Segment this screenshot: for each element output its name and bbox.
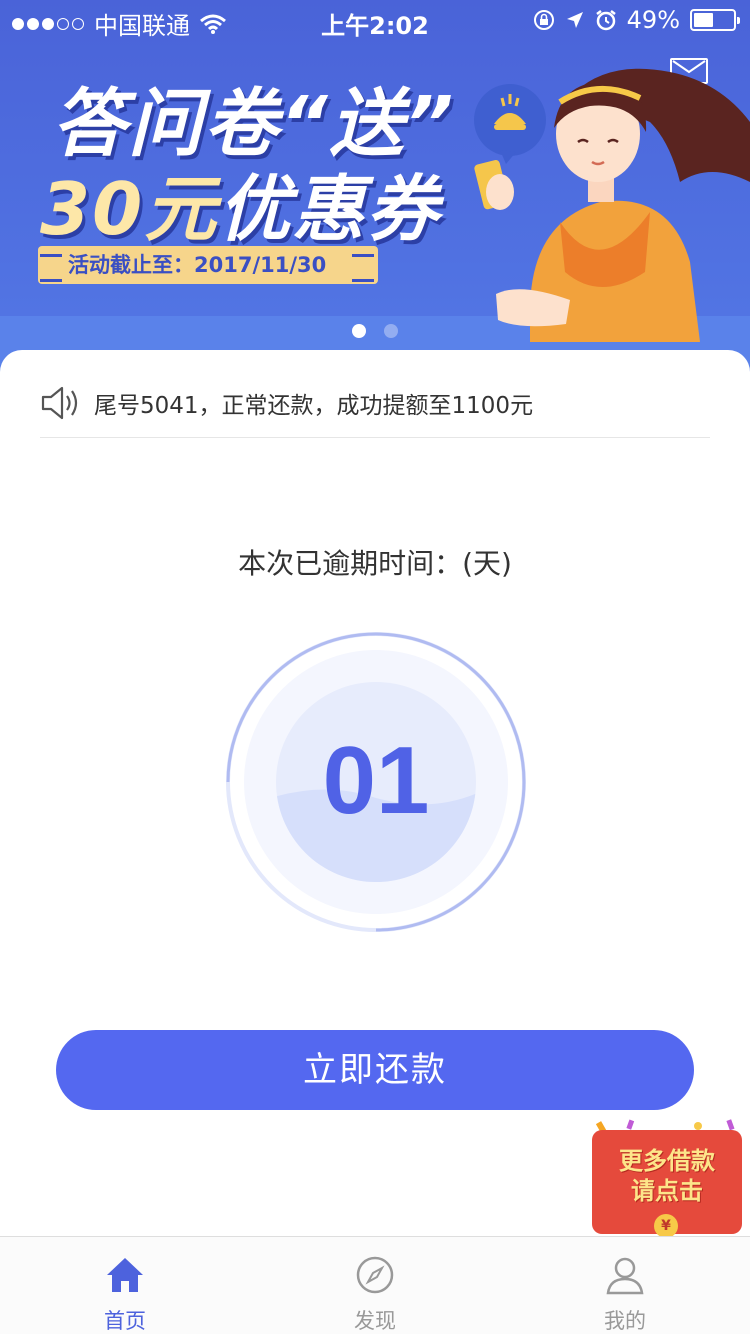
tab-mine[interactable]: 我的 bbox=[500, 1237, 750, 1334]
banner-pager[interactable] bbox=[0, 324, 750, 338]
location-icon bbox=[566, 12, 583, 28]
status-bar: 中国联通 上午2:02 49% bbox=[0, 0, 750, 40]
more-loans-promo[interactable]: 更多借款 请点击 ¥ bbox=[588, 1118, 748, 1238]
banner-amount: 30元 bbox=[40, 167, 219, 251]
tab-label-mine: 我的 bbox=[604, 1309, 646, 1333]
battery-percent: 49% bbox=[626, 6, 680, 34]
home-icon bbox=[107, 1258, 143, 1292]
overdue-days: 01 bbox=[322, 727, 430, 834]
coin-icon: ¥ bbox=[654, 1214, 678, 1238]
notice-text: 尾号5041，正常还款，成功提额至1100元 bbox=[94, 392, 534, 419]
speaker-icon bbox=[41, 386, 78, 419]
user-icon bbox=[606, 1257, 644, 1295]
overdue-ring: 01 bbox=[224, 630, 528, 934]
rotation-lock-icon bbox=[533, 10, 554, 30]
repay-now-button[interactable]: 立即还款 bbox=[56, 1030, 694, 1110]
notice-bar[interactable]: 尾号5041，正常还款，成功提额至1100元 bbox=[40, 374, 710, 438]
promo-text: 更多借款 请点击 bbox=[592, 1146, 742, 1206]
banner-coupon-text: 优惠券 bbox=[218, 167, 441, 251]
main-card: 尾号5041，正常还款，成功提额至1100元 本次已逾期时间：(天) 01 立即… bbox=[0, 350, 750, 1250]
tab-label-home: 首页 bbox=[104, 1309, 146, 1333]
promo-banner[interactable]: 中国联通 上午2:02 49% 答问卷“送” 30元优惠券 活动截止至：2017… bbox=[0, 0, 750, 400]
status-right: 49% bbox=[533, 6, 740, 34]
pager-dot-2[interactable] bbox=[384, 324, 398, 338]
overdue-label: 本次已逾期时间：(天) bbox=[238, 547, 512, 580]
banner-subheadline: 30元优惠券 bbox=[40, 150, 440, 255]
girl-illustration bbox=[474, 68, 750, 342]
tab-label-discover: 发现 bbox=[354, 1309, 396, 1333]
promo-line-1: 更多借款 bbox=[619, 1147, 715, 1175]
tab-discover[interactable]: 发现 bbox=[250, 1237, 500, 1334]
promo-line-2: 请点击 bbox=[631, 1177, 703, 1205]
banner-deadline: 活动截止至：2017/11/30 bbox=[38, 246, 378, 284]
compass-icon bbox=[356, 1256, 394, 1294]
battery-icon bbox=[690, 9, 740, 31]
pager-dot-1[interactable] bbox=[352, 324, 366, 338]
promo-envelope: 更多借款 请点击 ¥ bbox=[592, 1130, 742, 1238]
alarm-icon bbox=[595, 10, 616, 31]
tab-home[interactable]: 首页 bbox=[0, 1237, 250, 1334]
tab-bar: 首页 发现 我的 bbox=[0, 1236, 750, 1334]
